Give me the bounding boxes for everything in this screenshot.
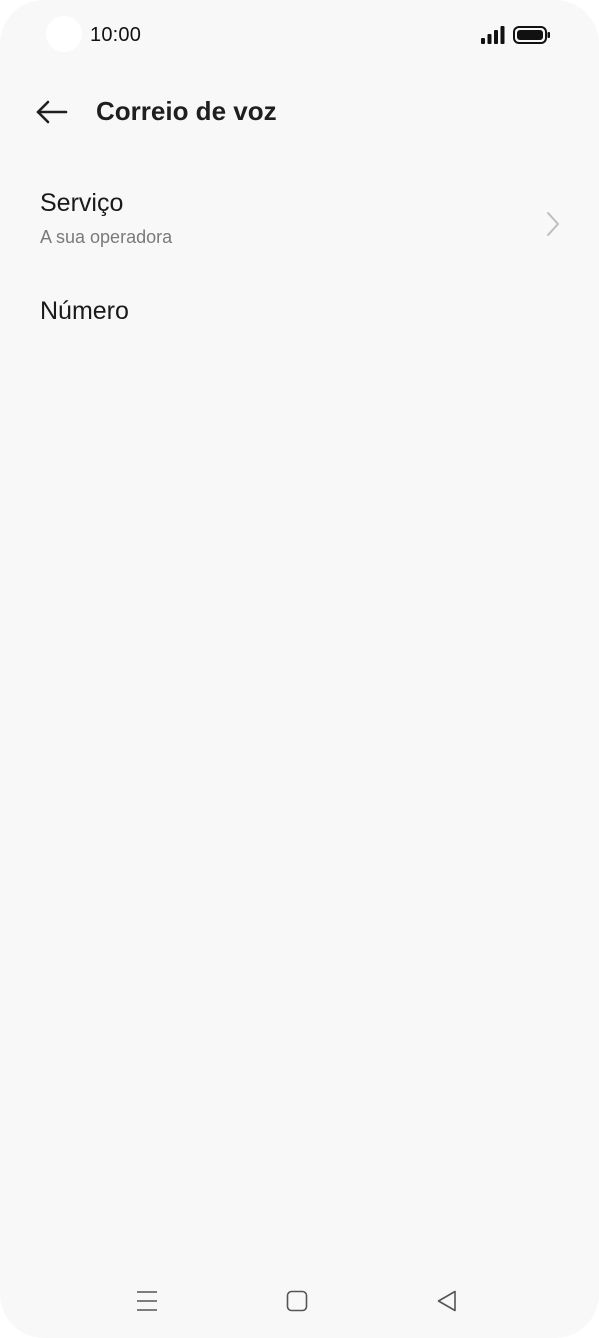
list-item-service[interactable]: Serviço A sua operadora (0, 186, 599, 270)
recent-apps-button[interactable] (127, 1284, 167, 1318)
service-subtitle: A sua operadora (40, 227, 173, 247)
app-bar: Correio de voz (0, 80, 599, 144)
system-back-button[interactable] (427, 1284, 467, 1318)
arrow-left-icon (36, 100, 68, 124)
battery-full-icon (513, 26, 550, 44)
navigation-bar (0, 1270, 599, 1330)
status-bar: 10:00 (0, 0, 599, 70)
signal-bars-icon (481, 26, 505, 44)
back-button[interactable] (30, 92, 74, 132)
status-time: 10:00 (90, 24, 142, 46)
menu-lines-icon (137, 1291, 157, 1311)
triangle-back-icon (437, 1290, 456, 1312)
page-title: Correio de voz (96, 96, 277, 126)
service-title: Serviço (40, 189, 124, 217)
home-button[interactable] (277, 1284, 317, 1318)
list-item-number[interactable]: Número (0, 294, 599, 346)
chevron-right-icon (547, 212, 559, 236)
front-camera-cutout (46, 16, 82, 52)
number-title: Número (40, 297, 129, 325)
square-home-icon (286, 1290, 308, 1312)
phone-screen: 10:00 Correio de voz Serviço A sua opera… (0, 0, 599, 1338)
